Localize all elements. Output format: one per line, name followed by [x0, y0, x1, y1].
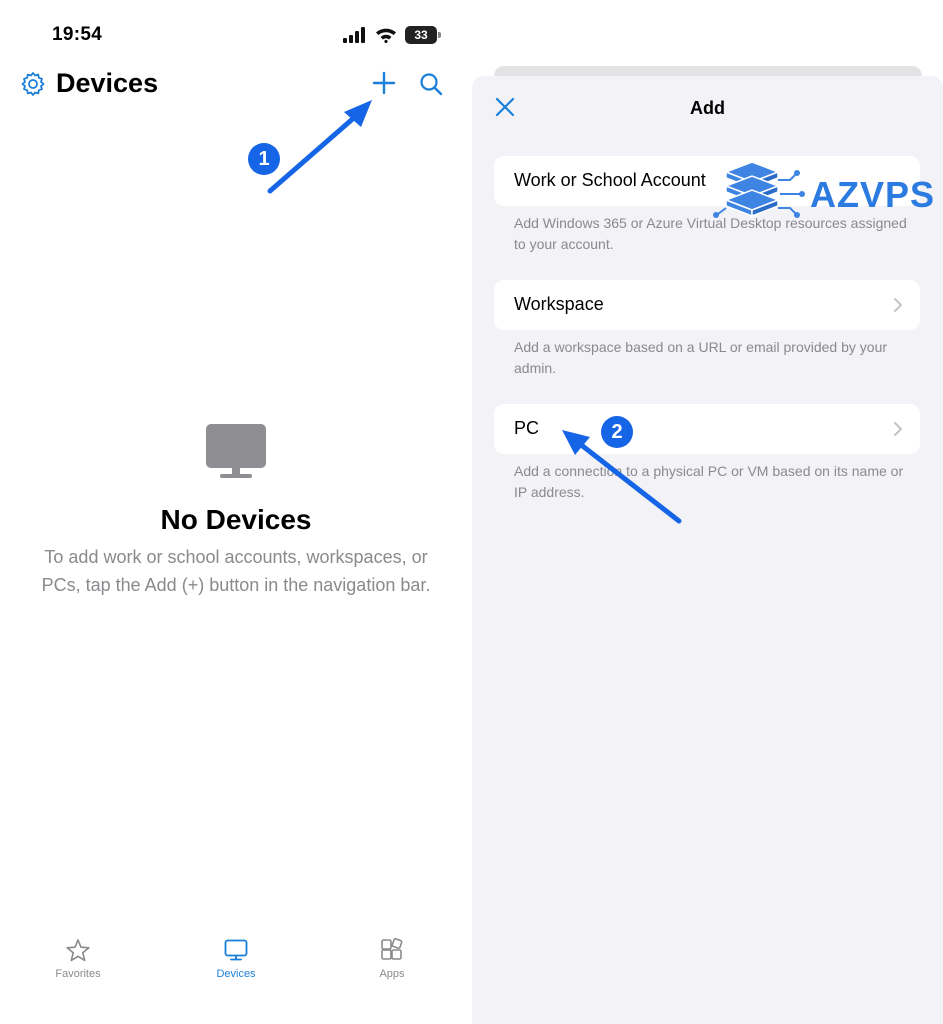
battery-indicator: 33: [405, 26, 441, 44]
monitor-icon: [224, 939, 248, 961]
server-stack-icon: [713, 161, 805, 218]
signal-icon: [343, 27, 365, 43]
empty-state-message: To add work or school accounts, workspac…: [41, 547, 431, 595]
tab-devices[interactable]: Devices: [186, 938, 286, 980]
tab-bar: Favorites Devices Apps: [0, 938, 472, 998]
star-icon: [66, 939, 90, 962]
search-icon[interactable]: [418, 71, 444, 97]
monitor-icon: [206, 424, 266, 478]
step-1-badge: 1: [248, 143, 280, 175]
empty-state-title: No Devices: [160, 504, 312, 535]
devices-screen: 19:54 33 Devices No Devices To add work …: [0, 0, 472, 1024]
pc-row[interactable]: PC: [494, 404, 920, 454]
gear-icon[interactable]: [20, 71, 46, 97]
row-label: Workspace: [514, 294, 604, 314]
page-title: Devices: [56, 68, 159, 98]
watermark-text: AZVPS: [810, 174, 936, 215]
tab-label: Favorites: [55, 968, 101, 980]
chevron-right-icon: [894, 422, 902, 436]
row-description: Add a connection to a physical PC or VM …: [514, 463, 904, 500]
row-label: Work or School Account: [514, 170, 706, 190]
add-sheet-screen: Add Work or School Account Add Windows 3…: [472, 0, 943, 1024]
status-icons: 33: [343, 24, 441, 46]
step-2-badge: 2: [601, 416, 633, 448]
tab-label: Apps: [379, 968, 405, 980]
tab-favorites[interactable]: Favorites: [28, 938, 128, 980]
apps-icon: [381, 938, 403, 960]
chevron-right-icon: [894, 298, 902, 312]
workspace-row[interactable]: Workspace: [494, 280, 920, 330]
sheet-title: Add: [690, 98, 725, 118]
row-description: Add a workspace based on a URL or email …: [514, 339, 888, 376]
row-label: PC: [514, 418, 540, 438]
wifi-icon: [376, 28, 396, 43]
add-button[interactable]: [371, 70, 397, 96]
tab-label: Devices: [216, 968, 256, 980]
tab-apps[interactable]: Apps: [342, 938, 442, 980]
azvps-watermark: AZVPS: [708, 158, 943, 234]
status-time: 19:54: [52, 24, 103, 45]
